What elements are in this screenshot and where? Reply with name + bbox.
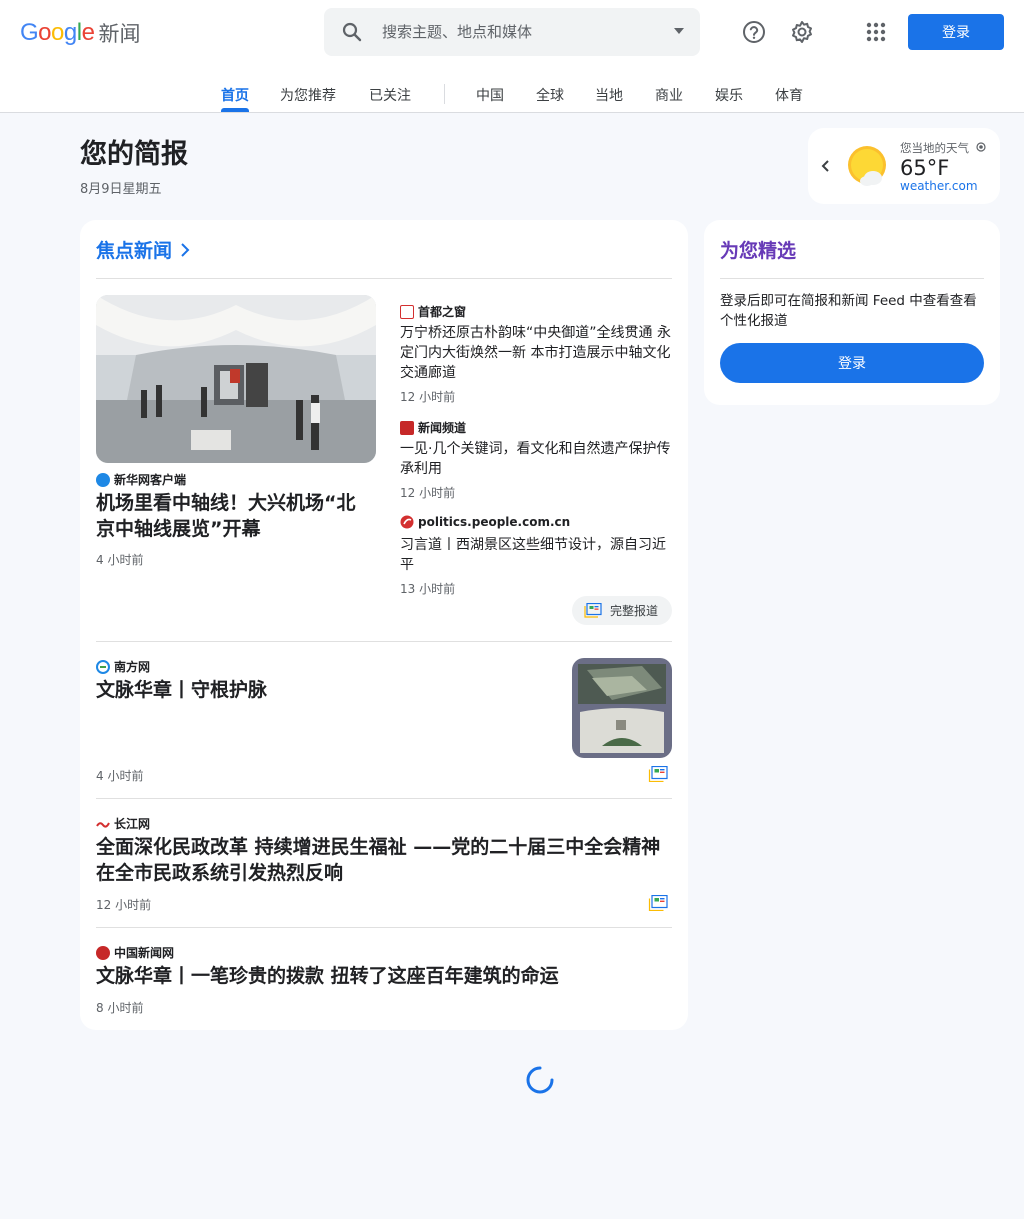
tab-following[interactable]: 已关注 <box>369 85 411 105</box>
related-source-3[interactable]: politics.people.com.cn <box>400 515 570 529</box>
main-story-source[interactable]: 新华网客户端 <box>96 471 186 488</box>
location-icon <box>976 142 986 152</box>
tab-divider <box>444 84 445 104</box>
weather-source-link[interactable]: weather.com <box>900 179 978 193</box>
search-box[interactable]: 搜索主题、地点和媒体 <box>324 8 700 56</box>
story-time-2: 12 小时前 <box>96 898 152 912</box>
search-input[interactable]: 搜索主题、地点和媒体 <box>382 21 532 42</box>
related-time-1: 12 小时前 <box>400 390 456 404</box>
people-daily-favicon <box>400 515 414 529</box>
related-headline-1[interactable]: 万宁桥还原古朴韵味“中央御道”全线贯通 永定门内大街焕然一新 本市打造展示中轴文… <box>400 323 672 383</box>
divider <box>96 927 672 928</box>
story-source-3[interactable]: 中国新闻网 <box>96 944 174 961</box>
chevron-left-icon[interactable] <box>820 158 832 174</box>
story-headline-1[interactable]: 文脉华章丨守根护脉 <box>96 677 556 703</box>
story-source-2[interactable]: 长江网 <box>96 815 150 832</box>
story-time-3: 8 小时前 <box>96 1001 144 1015</box>
tab-sports[interactable]: 体育 <box>775 85 803 105</box>
for-you-card: 为您精选 登录后即可在简报和新闻 Feed 中查看查看个性化报道 登录 <box>704 220 1000 405</box>
tab-business[interactable]: 商业 <box>655 85 683 105</box>
divider <box>96 641 672 642</box>
help-icon[interactable] <box>740 18 768 46</box>
xinhua-favicon <box>96 472 110 487</box>
related-source-2[interactable]: 新闻频道 <box>400 419 466 436</box>
full-coverage-icon <box>584 603 602 618</box>
search-dropdown-icon[interactable] <box>674 28 684 34</box>
header-login-button[interactable]: 登录 <box>908 14 1004 50</box>
for-you-title: 为您精选 <box>720 240 797 262</box>
section-tabs: 首页 为您推荐 已关注 中国 全球 当地 商业 娱乐 体育 <box>0 80 1024 112</box>
tab-for-you[interactable]: 为您推荐 <box>280 85 336 105</box>
for-you-login-button[interactable]: 登录 <box>720 343 984 383</box>
tab-entertainment[interactable]: 娱乐 <box>715 85 743 105</box>
full-coverage-icon[interactable] <box>648 766 668 782</box>
apps-grid-icon[interactable] <box>862 18 890 46</box>
full-coverage-icon[interactable] <box>648 895 668 911</box>
divider <box>96 798 672 799</box>
divider <box>720 278 984 279</box>
story-headline-2[interactable]: 全面深化民政改革 持续增进民生福祉 ——党的二十届三中全会精神在全市民政系统引发… <box>96 834 668 886</box>
related-time-2: 12 小时前 <box>400 486 456 500</box>
chinanews-favicon <box>96 945 110 960</box>
news-channel-favicon <box>400 420 414 435</box>
google-news-logo[interactable]: Google 新闻 <box>20 18 140 48</box>
story-source-1[interactable]: 南方网 <box>96 658 150 675</box>
briefing-date: 8月9日星期五 <box>80 182 162 197</box>
logo-google: Google <box>20 19 95 46</box>
tab-local[interactable]: 当地 <box>595 85 623 105</box>
loading-spinner-icon <box>526 1066 554 1094</box>
logo-news-text: 新闻 <box>98 22 141 46</box>
tab-home[interactable]: 首页 <box>221 85 249 105</box>
divider <box>96 278 672 279</box>
full-coverage-button[interactable]: 完整报道 <box>572 596 672 625</box>
related-source-1[interactable]: 首都之窗 <box>400 303 466 320</box>
active-tab-indicator <box>221 108 249 112</box>
related-headline-2[interactable]: 一见·几个关键词，看文化和自然遗产保护传承利用 <box>400 439 672 479</box>
main-story-time: 4 小时前 <box>96 553 144 567</box>
beijing-gov-favicon <box>400 304 414 319</box>
search-icon[interactable] <box>340 20 364 44</box>
southcn-favicon <box>96 659 110 674</box>
tab-world[interactable]: 全球 <box>536 85 564 105</box>
main-story-headline[interactable]: 机场里看中轴线！大兴机场“北京中轴线展览”开幕 <box>96 490 372 542</box>
main-story-image[interactable] <box>96 295 376 463</box>
for-you-description: 登录后即可在简报和新闻 Feed 中查看查看个性化报道 <box>720 293 977 329</box>
cjn-favicon <box>96 821 110 828</box>
story-thumbnail-1[interactable] <box>572 658 672 758</box>
top-stories-card: 焦点新闻 新华网客户端 机场里看中轴线！大兴机场“北京中轴线展览”开幕 4 小时… <box>80 220 688 1030</box>
story-time-1: 4 小时前 <box>96 769 144 783</box>
tab-china[interactable]: 中国 <box>476 85 504 105</box>
top-stories-title: 焦点新闻 <box>96 240 173 262</box>
briefing-title: 您的简报 <box>80 139 188 170</box>
related-headline-3[interactable]: 习言道丨西湖景区这些细节设计，源自习近平 <box>400 535 672 575</box>
settings-icon[interactable] <box>788 18 816 46</box>
weather-temperature: 65°F <box>900 156 950 180</box>
chevron-right-icon <box>181 242 190 257</box>
top-stories-heading[interactable]: 焦点新闻 <box>96 236 190 263</box>
weather-widget[interactable]: 您当地的天气 65°F weather.com <box>808 128 1000 204</box>
related-time-3: 13 小时前 <box>400 582 456 596</box>
weather-label: 您当地的天气 <box>900 141 969 155</box>
story-headline-3[interactable]: 文脉华章丨一笔珍贵的拨款 扭转了这座百年建筑的命运 <box>96 963 668 989</box>
partly-sunny-icon <box>848 146 886 186</box>
top-header: Google 新闻 搜索主题、地点和媒体 登录 首页 为您推荐 已关注 中国 全… <box>0 0 1024 113</box>
